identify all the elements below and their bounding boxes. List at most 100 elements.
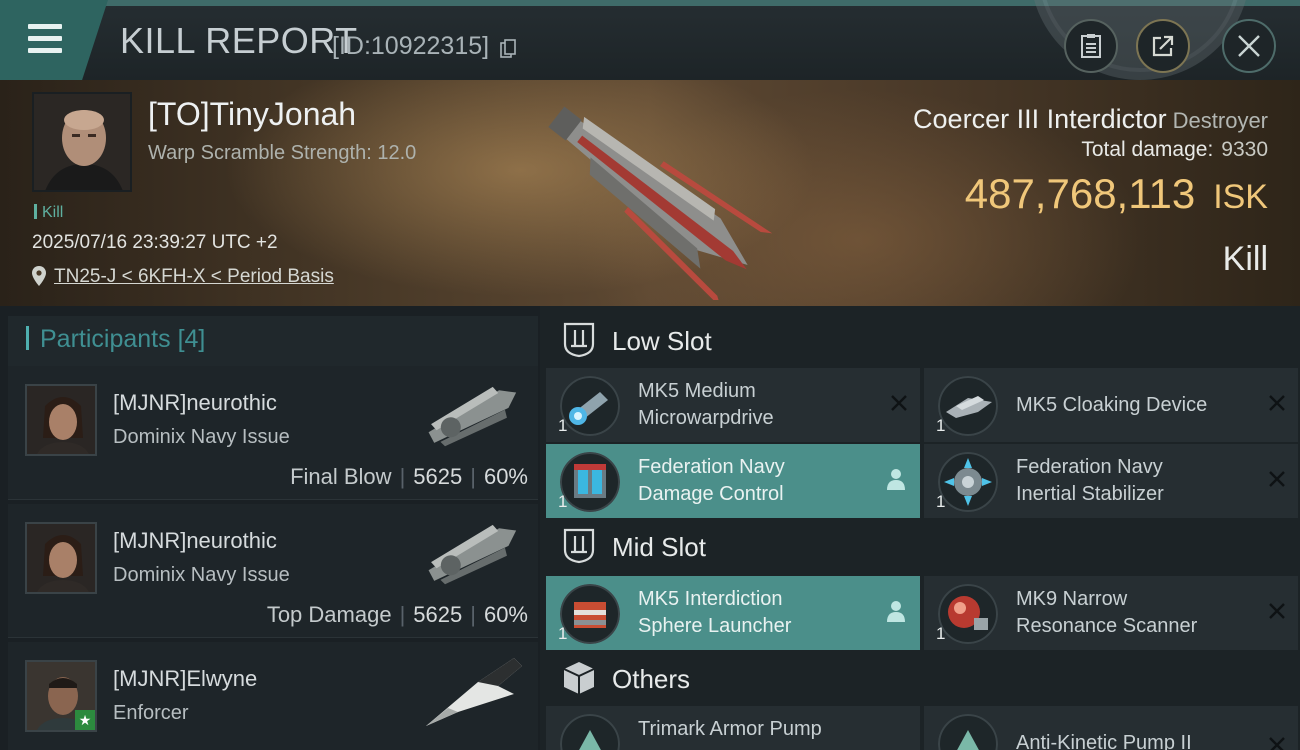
module-item[interactable]: Anti-Kinetic Pump II [924, 706, 1298, 750]
module-item[interactable]: 1 MK9 Narrow Resonance Scanner [924, 576, 1298, 650]
participant-stats: Final Blow | 5625 | 60% [290, 464, 528, 490]
menu-button[interactable] [0, 0, 108, 80]
participant-name[interactable]: [MJNR]neurothic [113, 528, 277, 554]
mid-slot-title: Mid Slot [612, 532, 706, 562]
module-item[interactable]: 1 MK5 Medium Microwarpdrive [546, 368, 920, 442]
kill-location-link[interactable]: TN25-J < 6KFH-X < Period Basis [54, 266, 334, 288]
module-quantity: 1 [558, 624, 568, 643]
destroyed-x-icon [1269, 737, 1285, 750]
participant-name[interactable]: [MJNR]Elwyne [113, 666, 257, 692]
copy-icon[interactable] [500, 39, 516, 59]
participant-damage: 5625 [413, 602, 463, 627]
avatar [25, 384, 97, 456]
dropped-user-icon [887, 469, 905, 490]
module-quantity: 1 [558, 492, 568, 511]
cube-icon [563, 662, 595, 694]
clipboard-button[interactable] [1064, 19, 1118, 73]
participants-header[interactable]: Participants [4] [8, 316, 538, 370]
isk-unit: ISK [1213, 178, 1268, 216]
low-slot-header: Low Slot [548, 314, 1300, 368]
close-icon [1238, 35, 1260, 57]
destroyed-x-icon [891, 395, 907, 411]
clipboard-icon [1081, 34, 1101, 58]
victim-avatar[interactable] [32, 92, 132, 192]
share-button[interactable] [1136, 19, 1190, 73]
participant-name[interactable]: [MJNR]neurothic [113, 390, 277, 416]
menu-icon-bar [28, 48, 62, 53]
close-button[interactable] [1222, 19, 1276, 73]
participant-ship-image [428, 524, 517, 585]
module-quantity: 1 [936, 492, 946, 511]
participant-row[interactable]: ★ [MJNR]Elwyne Enforcer [8, 642, 538, 750]
module-name: MK5 Interdiction Sphere Launcher [638, 586, 868, 640]
participant-ship-image [426, 658, 522, 726]
module-quantity: 1 [936, 624, 946, 643]
total-damage-value: 9330 [1221, 138, 1268, 161]
kill-id: [ID:10922315] [332, 32, 490, 60]
participants-label: Participants [4] [40, 325, 205, 354]
module-name: MK5 Cloaking Device [1016, 392, 1246, 419]
module-name: Federation Navy Inertial Stabilizer [1016, 454, 1246, 508]
participants-count: [4] [177, 325, 206, 353]
top-bar: KILL REPORT [ID:10922315] [0, 0, 1300, 80]
module-name: Anti-Kinetic Pump II [1016, 730, 1246, 750]
interdiction-sphere-launcher-icon [560, 584, 620, 644]
module-item[interactable]: Trimark Armor Pump [546, 706, 920, 750]
mid-slot-icon [563, 528, 595, 564]
victim-portrait-image [34, 94, 130, 190]
victim-summary: [TO]TinyJonah Warp Scramble Strength: 12… [0, 80, 1300, 306]
module-name: MK5 Medium Microwarpdrive [638, 378, 868, 432]
resonance-scanner-icon [938, 584, 998, 644]
kill-timestamp: 2025/07/16 23:39:27 UTC +2 [32, 232, 278, 253]
module-name-line1: MK5 Cloaking Device [1016, 394, 1208, 416]
low-slot-icon [563, 322, 595, 358]
module-name-line2: Damage Control [638, 483, 784, 505]
module-name-line2: Inertial Stabilizer [1016, 483, 1164, 505]
participant-portrait-image [27, 524, 95, 592]
anti-kinetic-pump-icon [938, 714, 998, 750]
module-name-line1: Federation Navy [638, 456, 785, 478]
victim-name[interactable]: [TO]TinyJonah [148, 96, 356, 133]
module-name-line2: Resonance Scanner [1016, 615, 1198, 637]
share-icon [1152, 35, 1174, 57]
participant-row[interactable]: [MJNR]neurothic Dominix Navy Issue Top D… [8, 504, 538, 638]
participant-row[interactable]: [MJNR]neurothic Dominix Navy Issue Final… [8, 366, 538, 500]
avatar [25, 522, 97, 594]
module-name: MK9 Narrow Resonance Scanner [1016, 586, 1246, 640]
participant-stats: Top Damage | 5625 | 60% [267, 602, 528, 628]
module-quantity: 1 [558, 416, 568, 435]
warp-scramble-strength: Warp Scramble Strength: 12.0 [148, 142, 417, 164]
ship-class: Destroyer [1172, 108, 1268, 133]
participants-title: Participants [40, 325, 171, 353]
module-item[interactable]: 1 Federation Navy Damage Control [546, 444, 920, 518]
others-header: Others [548, 652, 1300, 706]
module-item[interactable]: 1 MK5 Interdiction Sphere Launcher [546, 576, 920, 650]
total-damage: Total damage: 9330 [1081, 138, 1268, 162]
isk-value: 487,768,113 ISK [965, 170, 1268, 218]
participant-ship-image [428, 386, 517, 447]
module-name-line2: Sphere Launcher [638, 615, 792, 637]
module-name-line1: MK5 Interdiction [638, 588, 783, 610]
participant-role: Top Damage [266, 602, 392, 627]
stat-separator: | [399, 464, 406, 489]
module-item[interactable]: 1 Federation Navy Inertial Stabilizer [924, 444, 1298, 518]
module-name: Federation Navy Damage Control [638, 454, 868, 508]
module-name: Trimark Armor Pump [638, 716, 868, 743]
dropped-user-icon [887, 601, 905, 622]
destroyed-x-icon [1269, 603, 1285, 619]
module-name-line1: Anti-Kinetic Pump II [1016, 732, 1192, 750]
participants-accent [26, 326, 29, 350]
module-item[interactable]: 1 MK5 Cloaking Device [924, 368, 1298, 442]
total-damage-label: Total damage: [1081, 138, 1214, 161]
armor-pump-icon [560, 714, 620, 750]
victim-ship-name[interactable]: Coercer III Interdictor Destroyer [913, 104, 1268, 135]
isk-amount: 487,768,113 [964, 170, 1196, 217]
participant-role: Final Blow [290, 464, 392, 489]
kill-result: Kill [1222, 240, 1268, 278]
participants-panel: Participants [4] [MJNR]neurothic Dominix… [0, 306, 540, 750]
mid-slot-header: Mid Slot [548, 520, 1300, 574]
module-name-line1: Trimark Armor Pump [638, 718, 822, 740]
stat-separator: | [470, 602, 476, 627]
microwarpdrive-icon [560, 376, 620, 436]
participant-portrait-image [27, 386, 95, 454]
